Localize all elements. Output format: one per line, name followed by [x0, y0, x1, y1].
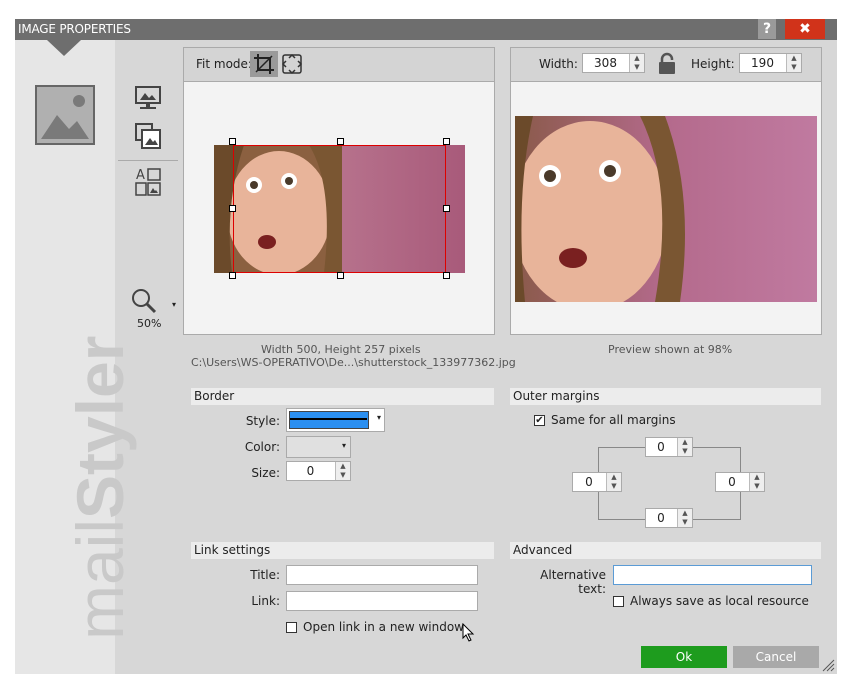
- save-local-checkbox[interactable]: [613, 596, 624, 607]
- image-fit-icon[interactable]: [134, 84, 164, 114]
- alt-text-input[interactable]: [613, 565, 812, 585]
- margin-bottom-stepper[interactable]: 0 ▲ ▼: [645, 508, 693, 528]
- dialog-title: IMAGE PROPERTIES: [18, 22, 131, 36]
- stepper-arrows-icon[interactable]: ▲ ▼: [677, 438, 692, 456]
- preview-image: [512, 116, 817, 311]
- border-color-label: Color:: [244, 440, 280, 454]
- crop-selection[interactable]: [233, 145, 446, 273]
- cancel-button[interactable]: Cancel: [733, 646, 819, 668]
- margin-top-stepper[interactable]: 0 ▲ ▼: [645, 437, 693, 457]
- margin-left-value: 0: [585, 475, 593, 489]
- chevron-down-icon: ▾: [376, 413, 381, 422]
- tool-divider: [118, 160, 178, 161]
- crop-handle[interactable]: [443, 205, 450, 212]
- advanced-section-header: Advanced: [510, 542, 821, 559]
- border-size-label: Size:: [251, 466, 280, 480]
- margin-left-stepper[interactable]: 0 ▲ ▼: [572, 472, 622, 492]
- mouse-cursor-icon: [462, 622, 476, 643]
- brand-watermark: mailStyler: [63, 335, 137, 640]
- link-title-label: Title:: [250, 568, 280, 582]
- alt-text-label: Alternative text:: [540, 568, 606, 596]
- stepper-arrows-icon[interactable]: ▲ ▼: [749, 473, 764, 491]
- ok-button[interactable]: Ok: [641, 646, 727, 668]
- text-image-icon[interactable]: A: [134, 167, 164, 197]
- crop-handle[interactable]: [229, 272, 236, 279]
- border-style-label: Style:: [245, 414, 280, 428]
- border-section-header: Border: [191, 388, 494, 405]
- margin-right-stepper[interactable]: 0 ▲ ▼: [715, 472, 765, 492]
- margin-bottom-value: 0: [657, 511, 665, 525]
- close-button[interactable]: ✖: [785, 19, 825, 39]
- save-local-label: Always save as local resource: [630, 594, 809, 608]
- height-stepper[interactable]: 190 ▲ ▼: [739, 53, 802, 73]
- fit-mode-label: Fit mode:: [196, 57, 252, 71]
- link-settings-section-header: Link settings: [191, 542, 494, 559]
- same-margins-label: Same for all margins: [551, 413, 676, 427]
- crop-handle[interactable]: [229, 205, 236, 212]
- stepper-arrows-icon[interactable]: ▲ ▼: [335, 462, 350, 480]
- crop-handle[interactable]: [443, 138, 450, 145]
- link-title-input[interactable]: [286, 565, 478, 585]
- stepper-arrows-icon[interactable]: ▲ ▼: [629, 54, 644, 72]
- crop-handle[interactable]: [443, 272, 450, 279]
- border-size-stepper[interactable]: 0 ▲ ▼: [286, 461, 351, 481]
- height-label: Height:: [691, 57, 735, 71]
- width-value: 308: [594, 56, 617, 70]
- fit-mode-crop-button[interactable]: [250, 51, 278, 77]
- replace-image-icon[interactable]: [134, 122, 164, 152]
- image-path-text: C:\Users\WS-OPERATIVO\De...\shutterstock…: [191, 356, 516, 369]
- height-value: 190: [751, 56, 774, 70]
- stepper-arrows-icon[interactable]: ▲ ▼: [606, 473, 621, 491]
- border-size-value: 0: [306, 464, 315, 478]
- crop-handle[interactable]: [337, 138, 344, 145]
- same-margins-checkbox[interactable]: ✔: [534, 415, 545, 426]
- zoom-icon[interactable]: [130, 287, 160, 315]
- border-color-select[interactable]: ▾: [286, 436, 351, 458]
- title-bar: IMAGE PROPERTIES: [15, 19, 837, 40]
- resize-grip-icon[interactable]: [821, 658, 835, 672]
- crop-handle[interactable]: [337, 272, 344, 279]
- margin-right-value: 0: [728, 475, 736, 489]
- title-notch: [47, 40, 81, 56]
- zoom-level: 50%: [137, 317, 162, 330]
- svg-text:A: A: [136, 168, 145, 183]
- new-window-label: Open link in a new window: [303, 620, 464, 634]
- outer-margins-section-header: Outer margins: [510, 388, 821, 405]
- link-url-label: Link:: [251, 594, 280, 608]
- crop-handle[interactable]: [229, 138, 236, 145]
- chevron-down-icon: ▾: [341, 441, 346, 450]
- stepper-arrows-icon[interactable]: ▲ ▼: [786, 54, 801, 72]
- help-button[interactable]: ?: [758, 19, 776, 39]
- preview-scale-caption: Preview shown at 98%: [608, 343, 733, 356]
- stepper-arrows-icon[interactable]: ▲ ▼: [677, 509, 692, 527]
- image-size-text: Width 500, Height 257 pixels: [261, 343, 421, 356]
- lock-icon[interactable]: [657, 52, 677, 76]
- link-url-input[interactable]: [286, 591, 478, 611]
- image-placeholder-icon: [35, 85, 95, 145]
- margin-top-value: 0: [657, 440, 665, 454]
- new-window-checkbox[interactable]: [286, 622, 297, 633]
- zoom-dropdown-arrow-icon[interactable]: ▾: [172, 300, 176, 309]
- width-stepper[interactable]: 308 ▲ ▼: [582, 53, 645, 73]
- border-style-select[interactable]: ▾: [286, 408, 385, 432]
- fit-mode-fill-button[interactable]: [281, 52, 303, 76]
- width-label: Width:: [539, 57, 578, 71]
